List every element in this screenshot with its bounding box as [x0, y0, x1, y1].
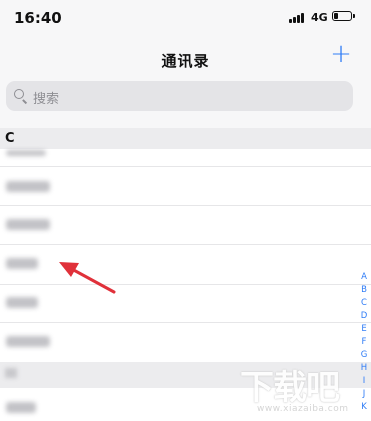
annotation-arrow-icon — [59, 262, 116, 294]
watermark-logo: 下载吧 — [240, 368, 340, 408]
watermark-url: www.xiazaiba.com — [257, 404, 349, 414]
